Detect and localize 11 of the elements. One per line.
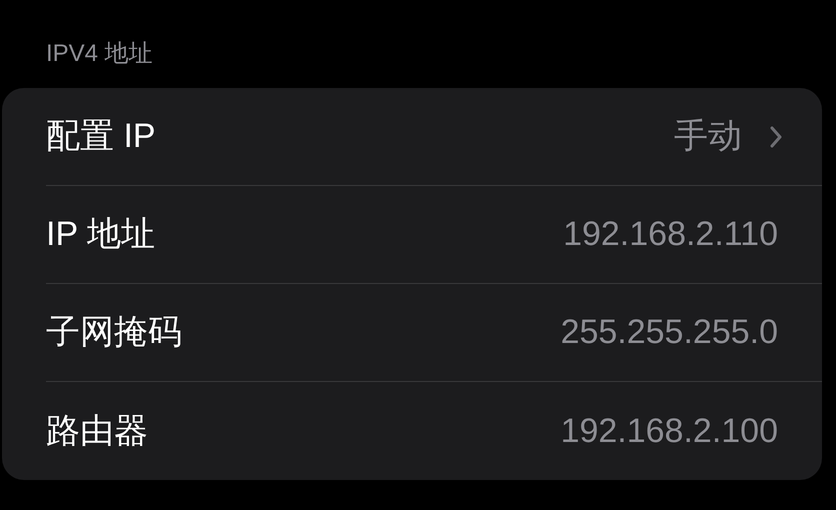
row-value: 192.168.2.110 — [563, 214, 778, 255]
row-value: 255.255.255.0 — [560, 312, 778, 353]
row-value: 手动 — [674, 116, 742, 157]
row-label: 配置 IP — [46, 116, 156, 157]
settings-row[interactable]: 配置 IP 手动 — [46, 88, 822, 186]
section-header: IPV4 地址 — [46, 39, 153, 69]
row-label: IP 地址 — [46, 214, 155, 255]
chevron-icon — [770, 126, 782, 148]
row-value: 192.168.2.100 — [560, 410, 778, 452]
row-label: 子网掩码 — [46, 312, 182, 353]
row-label: 路由器 — [46, 410, 148, 452]
